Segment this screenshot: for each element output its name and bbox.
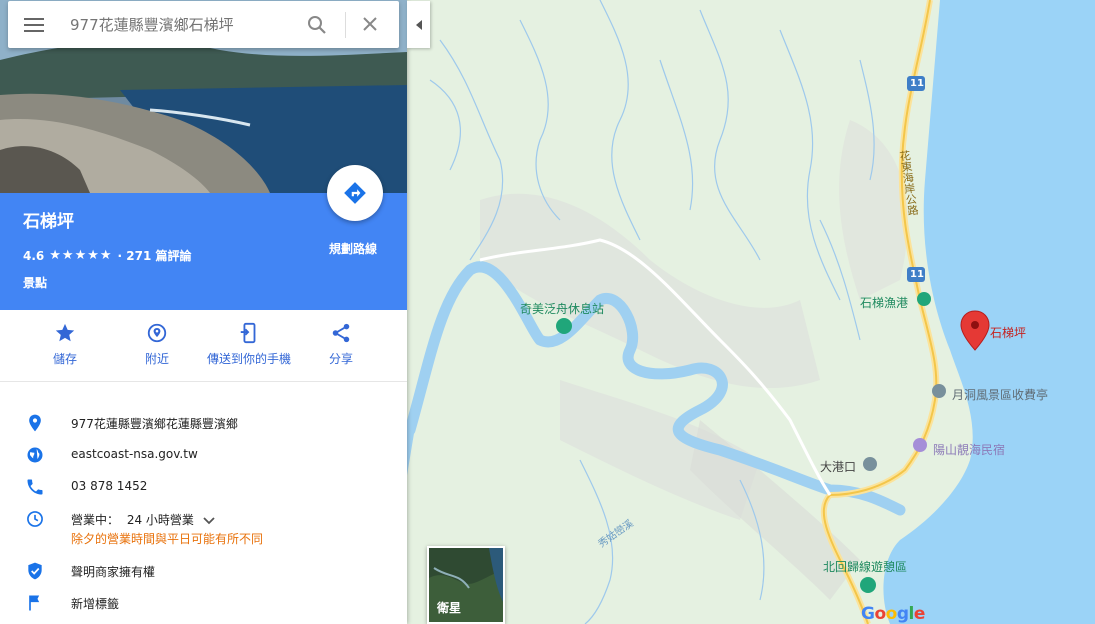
save-label: 儲存 — [52, 352, 77, 366]
nearby-button[interactable]: 附近 — [140, 322, 174, 367]
hours-status: 營業中： — [71, 513, 120, 527]
send-to-phone-label: 傳送到你的手機 — [206, 352, 291, 366]
claim-business-text: 聲明商家擁有權 — [71, 565, 156, 579]
verified-shield-icon — [28, 562, 42, 580]
globe-icon — [27, 447, 43, 463]
directions-label: 規劃路線 — [329, 242, 378, 256]
search-input[interactable] — [70, 13, 295, 37]
hours-note: 除夕的營業時間與平日可能有所不同 — [71, 532, 264, 546]
directions-icon — [344, 182, 366, 204]
place-title: 石梯坪 — [23, 212, 74, 232]
place-category[interactable]: 景點 — [23, 274, 47, 291]
search-divider — [345, 12, 346, 38]
search-box — [8, 1, 399, 48]
route-shield-label: 11 — [910, 78, 924, 89]
harbor-label[interactable]: 石梯漁港 — [860, 294, 908, 311]
add-label-text: 新增標籤 — [71, 597, 120, 611]
rating-stars: ★★★★★ — [49, 248, 113, 263]
share-button[interactable]: 分享 — [324, 322, 358, 367]
phone-icon — [27, 479, 43, 495]
share-icon — [332, 323, 350, 343]
dagangkou-label[interactable]: 大港口 — [820, 458, 856, 475]
rest-stop-label[interactable]: 奇美泛舟休息站 — [520, 300, 604, 317]
pin-label[interactable]: 石梯坪 — [990, 324, 1026, 341]
phone-row[interactable]: 03 878 1452 — [0, 476, 407, 500]
google-logo: Google — [861, 604, 925, 624]
phone-text: 03 878 1452 — [71, 479, 148, 493]
close-icon — [363, 17, 377, 31]
nearby-icon — [147, 323, 167, 343]
satellite-toggle[interactable]: 衛星 — [427, 546, 505, 624]
menu-button[interactable] — [24, 16, 44, 38]
search-button[interactable] — [307, 15, 327, 39]
clock-icon — [27, 511, 43, 527]
hours-text: 營業中： 24 小時營業 — [71, 511, 216, 528]
satellite-label: 衛星 — [437, 601, 462, 615]
nearby-label: 附近 — [144, 352, 169, 366]
action-bar: 儲存 附近 傳送到你的手機 分享 — [0, 310, 407, 382]
save-button[interactable]: 儲存 — [48, 322, 82, 367]
chevron-down-icon[interactable] — [202, 516, 216, 526]
toll-label[interactable]: 月洞風景區收費亭 — [952, 386, 1048, 403]
collapse-arrow-icon — [415, 19, 422, 30]
place-panel: 石梯坪 4.6 ★★★★★ · 271 篇評論 景點 規劃路線 儲存 附近 傳送… — [0, 0, 407, 624]
address-text: 977花蓮縣豐濱鄉花蓮縣豐濱鄉 — [71, 417, 238, 431]
route-shield-label: 11 — [910, 269, 924, 280]
homestay-label[interactable]: 陽山靚海民宿 — [933, 441, 1005, 458]
flag-icon — [29, 595, 40, 611]
search-icon — [308, 16, 326, 34]
address-row[interactable]: 977花蓮縣豐濱鄉花蓮縣豐濱鄉 — [0, 412, 407, 436]
hamburger-icon — [24, 18, 44, 32]
star-icon — [55, 323, 75, 342]
clear-search-button[interactable] — [362, 16, 378, 36]
add-label-row[interactable]: 新增標籤 — [0, 592, 407, 616]
tropic-label[interactable]: 北回歸線遊憩區 — [823, 558, 907, 575]
website-link[interactable]: eastcoast-nsa.gov.tw — [71, 447, 198, 461]
review-count-link[interactable]: · 271 篇評論 — [118, 247, 192, 264]
claim-business-row[interactable]: 聲明商家擁有權 — [0, 560, 407, 584]
hours-value: 24 小時營業 — [126, 513, 194, 527]
send-to-phone-icon — [240, 322, 256, 344]
hours-row[interactable]: 營業中： 24 小時營業 除夕的營業時間與平日可能有所不同 — [0, 508, 407, 552]
website-row[interactable]: eastcoast-nsa.gov.tw — [0, 444, 407, 468]
collapse-panel-button[interactable] — [407, 1, 430, 48]
rating-value: 4.6 — [23, 248, 45, 263]
rating-row: 4.6 ★★★★★ · 271 篇評論 — [23, 247, 192, 264]
share-label: 分享 — [328, 352, 353, 366]
directions-button[interactable] — [327, 165, 383, 221]
location-pin-icon — [29, 414, 41, 432]
send-to-phone-button[interactable]: 傳送到你的手機 — [202, 322, 296, 367]
